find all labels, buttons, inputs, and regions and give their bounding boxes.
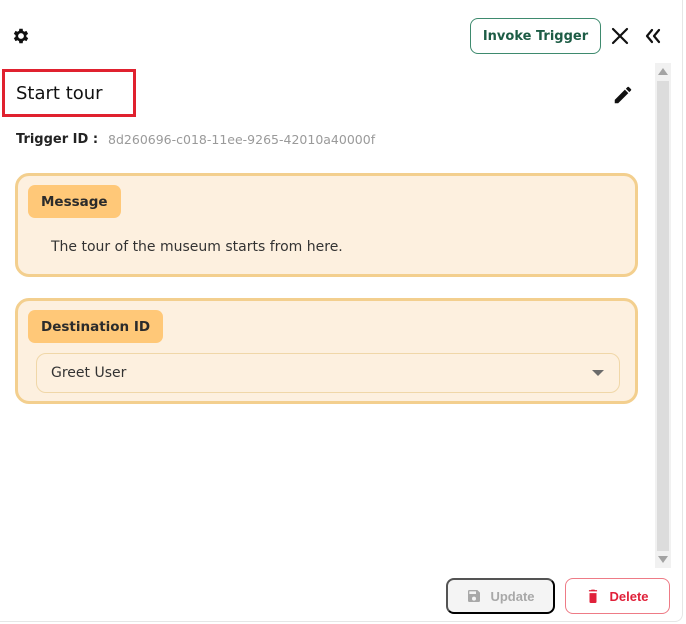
update-label: Update bbox=[490, 588, 535, 604]
destination-card: Destination ID Greet User bbox=[15, 298, 638, 404]
trash-icon bbox=[589, 589, 598, 603]
invoke-trigger-button[interactable]: Invoke Trigger bbox=[470, 18, 601, 54]
message-chip: Message bbox=[28, 185, 121, 218]
scroll-down-arrow-icon[interactable] bbox=[658, 556, 668, 563]
close-icon[interactable] bbox=[609, 25, 631, 47]
scroll-up-arrow-icon[interactable] bbox=[658, 68, 668, 75]
destination-select-value: Greet User bbox=[51, 365, 127, 381]
trigger-id-value: 8d260696-c018-11ee-9265-42010a40000f bbox=[108, 132, 376, 147]
message-card: Message The tour of the museum starts fr… bbox=[15, 173, 638, 277]
pencil-icon[interactable] bbox=[612, 84, 634, 106]
update-button[interactable]: Update bbox=[446, 578, 555, 614]
gear-icon[interactable] bbox=[11, 26, 31, 46]
double-chevron-left-icon[interactable] bbox=[642, 25, 664, 47]
trigger-title: Start tour bbox=[16, 82, 103, 104]
destination-chip: Destination ID bbox=[28, 310, 164, 343]
delete-label: Delete bbox=[609, 588, 649, 604]
trigger-id-label: Trigger ID : bbox=[16, 132, 99, 147]
save-icon bbox=[468, 590, 481, 602]
destination-select[interactable]: Greet User bbox=[36, 353, 620, 393]
message-text: The tour of the museum starts from here. bbox=[51, 239, 343, 255]
trigger-title-highlight: Start tour bbox=[2, 69, 136, 117]
trigger-panel: Invoke Trigger Start tour Trigger ID : 8… bbox=[0, 0, 683, 622]
scrollbar[interactable] bbox=[655, 63, 671, 568]
scrollbar-thumb[interactable] bbox=[657, 81, 669, 551]
trigger-id-row: Trigger ID : 8d260696-c018-11ee-9265-420… bbox=[16, 132, 375, 147]
caret-down-icon bbox=[592, 370, 604, 376]
delete-button[interactable]: Delete bbox=[565, 578, 670, 614]
